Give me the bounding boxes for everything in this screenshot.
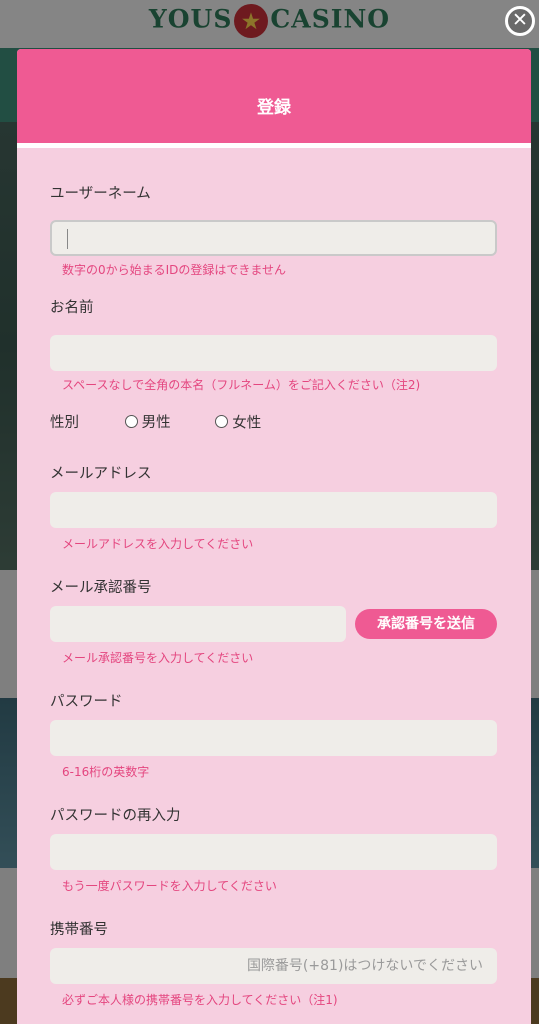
phone-hint: 必ずご本人様の携帯番号を入力してください（注1) <box>62 993 338 1007</box>
email-code-label: メール承認番号 <box>50 580 152 596</box>
username-input[interactable] <box>50 220 497 256</box>
email-input[interactable] <box>50 492 497 528</box>
password-confirm-input[interactable] <box>50 834 497 870</box>
gender-row: 性別 男性 女性 <box>50 411 261 431</box>
email-code-hint: メール承認番号を入力してください <box>62 651 254 665</box>
fullname-label: お名前 <box>50 300 94 316</box>
email-code-input[interactable] <box>50 606 346 642</box>
password-field-group: パスワード 6-16桁の英数字 <box>50 692 497 780</box>
fullname-field-group: お名前 スペースなしで全角の本名（フルネーム）をご記入ください（注2) <box>50 298 497 393</box>
fullname-input[interactable] <box>50 335 497 371</box>
username-label: ユーザーネーム <box>50 186 151 202</box>
registration-modal: 登録 ユーザーネーム 数字の0から始まるIDの登録はできません お名前 スペース… <box>17 49 531 1024</box>
phone-label: 携帯番号 <box>50 922 108 938</box>
fullname-hint: スペースなしで全角の本名（フルネーム）をご記入ください（注2) <box>62 378 421 392</box>
close-icon[interactable]: ✕ <box>505 6 535 36</box>
username-hint: 数字の0から始まるIDの登録はできません <box>62 263 287 277</box>
password-input[interactable] <box>50 720 497 756</box>
username-field-group: ユーザーネーム 数字の0から始まるIDの登録はできません <box>50 184 497 278</box>
email-code-field-group: メール承認番号 承認番号を送信 メール承認番号を入力してください <box>50 578 497 666</box>
gender-female-label: 女性 <box>232 415 262 431</box>
text-caret <box>67 229 68 249</box>
email-hint: メールアドレスを入力してください <box>62 537 254 551</box>
radio-male[interactable] <box>124 415 138 428</box>
send-code-button[interactable]: 承認番号を送信 <box>355 609 497 639</box>
password-label: パスワード <box>50 694 123 710</box>
gender-option-female[interactable]: 女性 <box>215 414 262 431</box>
gender-option-male[interactable]: 男性 <box>124 411 211 432</box>
password-confirm-label: パスワードの再入力 <box>50 808 181 824</box>
email-field-group: メールアドレス メールアドレスを入力してください <box>50 464 497 552</box>
radio-female[interactable] <box>215 415 229 428</box>
gender-label: 性別 <box>50 415 79 431</box>
gender-male-label: 男性 <box>141 415 171 431</box>
password-confirm-field-group: パスワードの再入力 もう一度パスワードを入力してください <box>50 806 497 894</box>
modal-title: 登録 <box>17 49 531 148</box>
email-label: メールアドレス <box>50 466 152 482</box>
phone-field-group: 携帯番号 必ずご本人様の携帯番号を入力してください（注1) <box>50 920 497 1008</box>
password-hint: 6-16桁の英数字 <box>62 765 150 779</box>
password-confirm-hint: もう一度パスワードを入力してください <box>62 879 277 893</box>
phone-input[interactable] <box>50 948 497 984</box>
